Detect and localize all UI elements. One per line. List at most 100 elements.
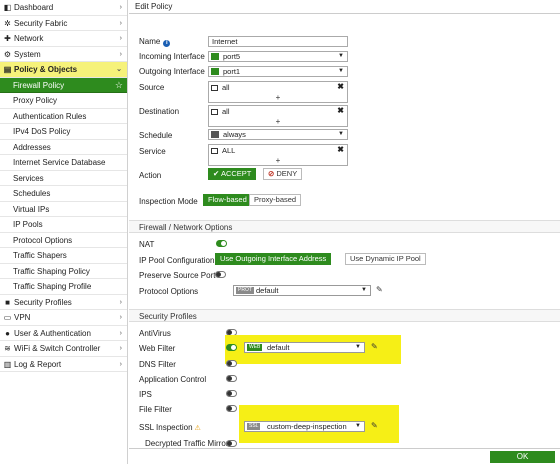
sidebar-item-policy-objects[interactable]: ▤ Policy & Objects ⌄ (0, 62, 127, 78)
accept-button[interactable]: ✔ ACCEPT (208, 168, 257, 180)
decrypted-traffic-mirror-toggle[interactable] (226, 440, 237, 447)
nat-toggle[interactable] (216, 240, 227, 247)
log-report-icon: ▥ (3, 359, 12, 369)
sidebar-item-wifi-switch[interactable]: ≋ WiFi & Switch Controller › (0, 341, 127, 357)
sidebar-item-label: WiFi & Switch Controller (14, 344, 101, 353)
chevron-right-icon: › (119, 4, 122, 11)
web-filter-label: Web Filter (139, 344, 176, 353)
sidebar-item-traffic-shaping-policy[interactable]: Traffic Shaping Policy (0, 264, 127, 279)
sidebar-item-label: Schedules (13, 189, 51, 198)
web-filter-toggle[interactable] (226, 344, 237, 351)
address-icon (211, 109, 218, 116)
add-icon[interactable]: + (209, 117, 347, 126)
sidebar-item-protocol-options[interactable]: Protocol Options (0, 233, 127, 248)
flow-based-button[interactable]: Flow-based (203, 194, 252, 206)
destination-field[interactable]: all ✖ + (208, 105, 348, 127)
chevron-right-icon: › (119, 19, 122, 27)
sidebar-item-log-report[interactable]: ▥ Log & Report › (0, 357, 127, 372)
interface-icon (211, 68, 219, 75)
sidebar-item-dashboard[interactable]: ◧ Dashboard › (0, 0, 127, 16)
sidebar-item-traffic-shaping-profile[interactable]: Traffic Shaping Profile (0, 279, 127, 295)
protocol-tag: PROT (236, 287, 254, 294)
ips-toggle[interactable] (226, 390, 237, 397)
sidebar-item-addresses[interactable]: Addresses (0, 140, 127, 155)
service-icon (211, 148, 218, 155)
file-filter-toggle[interactable] (226, 405, 237, 412)
edit-pencil-icon[interactable]: ✎ (371, 421, 378, 430)
chevron-right-icon: › (119, 360, 122, 368)
add-icon[interactable]: + (209, 156, 347, 165)
sidebar-item-network[interactable]: ✚ Network › (0, 31, 127, 47)
application-control-toggle[interactable] (226, 375, 237, 382)
deny-button[interactable]: ⊘ DENY (263, 168, 303, 180)
chevron-right-icon: › (119, 314, 122, 321)
remove-icon[interactable]: ✖ (337, 106, 344, 115)
remove-icon[interactable]: ✖ (337, 82, 344, 91)
ok-button[interactable]: OK (490, 451, 555, 463)
sidebar-item-label: Security Profiles (14, 297, 72, 307)
sidebar-item-label: Proxy Policy (13, 96, 58, 105)
sidebar-item-schedules[interactable]: Schedules (0, 186, 127, 202)
add-icon[interactable]: + (209, 93, 347, 102)
dns-filter-toggle[interactable] (226, 360, 237, 367)
sidebar-item-proxy-policy[interactable]: Proxy Policy (0, 93, 127, 109)
outgoing-interface-label: Outgoing Interface (139, 67, 205, 76)
sidebar-item-virtual-ips[interactable]: Virtual IPs (0, 202, 127, 217)
dropdown-arrow-icon: ▼ (355, 344, 361, 350)
chevron-right-icon: › (119, 298, 122, 306)
sidebar-item-label: Traffic Shaping Profile (13, 282, 92, 291)
sidebar-item-security-fabric[interactable]: ✲ Security Fabric › (0, 16, 127, 31)
web-tag: WEB (247, 344, 263, 351)
name-input[interactable]: Internet (208, 36, 348, 47)
sidebar-item-label: Firewall Policy (13, 80, 65, 90)
protocol-options-value: default (256, 286, 279, 295)
source-field[interactable]: all ✖ + (208, 81, 348, 103)
sidebar-item-services[interactable]: Services (0, 171, 127, 186)
use-dynamic-ip-pool-button[interactable]: Use Dynamic IP Pool (345, 253, 426, 265)
sidebar-item-internet-service-database[interactable]: Internet Service Database (0, 155, 127, 171)
security-profiles-icon: ■ (5, 297, 10, 307)
toggle-knob (227, 361, 232, 366)
proxy-based-button[interactable]: Proxy-based (249, 194, 302, 206)
web-filter-select[interactable]: WEB default ▼ (244, 342, 365, 353)
preserve-source-port-toggle[interactable] (215, 271, 226, 278)
sidebar-item-user-authentication[interactable]: ● User & Authentication › (0, 326, 127, 341)
sidebar-item-system[interactable]: ⚙ System › (0, 47, 127, 62)
ssl-tag: SSL (247, 423, 261, 430)
footer-bar: OK (129, 448, 560, 464)
edit-pencil-icon[interactable]: ✎ (376, 285, 383, 294)
dropdown-arrow-icon: ▼ (338, 53, 344, 59)
sidebar-item-firewall-policy[interactable]: Firewall Policy ☆ (0, 77, 127, 94)
incoming-interface-select[interactable]: port5 ▼ (208, 51, 348, 62)
web-filter-value: default (267, 343, 290, 352)
sidebar-item-traffic-shapers[interactable]: Traffic Shapers (0, 248, 127, 264)
deny-label: DENY (276, 169, 298, 178)
sidebar-item-security-profiles[interactable]: ■ Security Profiles › (0, 295, 127, 310)
sidebar-item-ip-pools[interactable]: IP Pools (0, 217, 127, 233)
sidebar-item-label: Addresses (13, 142, 51, 152)
remove-icon[interactable]: ✖ (337, 145, 344, 154)
ssl-inspection-select[interactable]: SSL custom-deep-inspection ▼ (244, 421, 365, 432)
sidebar-item-label: Policy & Objects (14, 65, 78, 74)
destination-value: all (222, 107, 230, 116)
interface-icon (211, 53, 219, 60)
outgoing-interface-select[interactable]: port1 ▼ (208, 66, 348, 77)
chevron-right-icon: › (119, 329, 122, 337)
protocol-options-select[interactable]: PROT default ▼ (233, 285, 371, 296)
service-field[interactable]: ALL ✖ + (208, 144, 348, 166)
schedule-select[interactable]: always ▼ (208, 129, 348, 140)
star-icon[interactable]: ☆ (115, 78, 123, 94)
sidebar-item-label: Network (14, 34, 44, 43)
sidebar-item-ipv4-dos-policy[interactable]: IPv4 DoS Policy (0, 124, 127, 140)
toggle-knob (227, 441, 232, 446)
source-value: all (222, 83, 230, 92)
inspection-mode-label: Inspection Mode (139, 197, 198, 206)
sidebar-item-vpn[interactable]: ▭ VPN › (0, 310, 127, 326)
info-icon[interactable]: i (163, 40, 171, 47)
sidebar-item-authentication-rules[interactable]: Authentication Rules (0, 109, 127, 124)
sidebar-item-label: Dashboard (14, 3, 54, 12)
incoming-interface-label: Incoming Interface (139, 52, 205, 61)
edit-pencil-icon[interactable]: ✎ (371, 342, 378, 351)
name-label: Name i (139, 37, 171, 47)
use-outgoing-interface-button[interactable]: Use Outgoing Interface Address (215, 253, 332, 265)
